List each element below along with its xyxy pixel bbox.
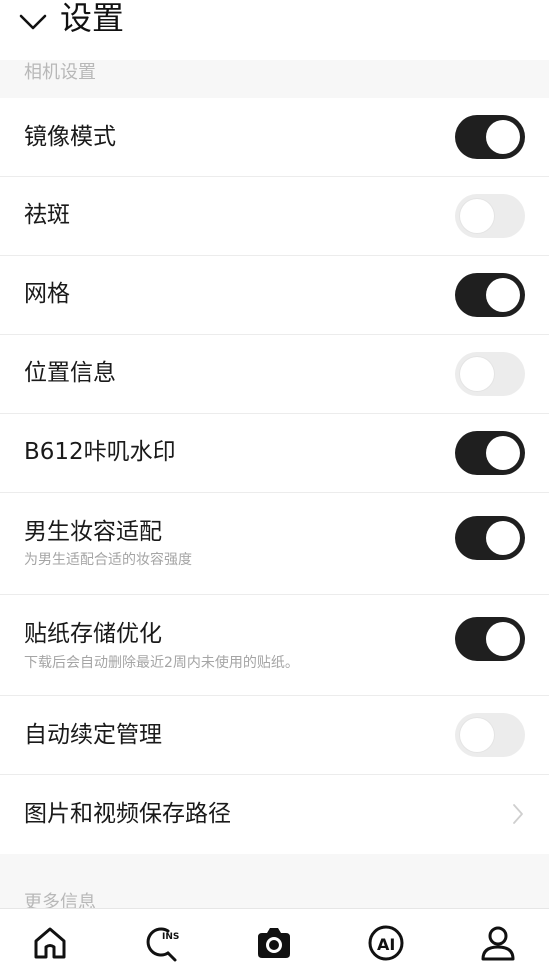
setting-row-save-path[interactable]: 图片和视频保存路径 <box>0 775 549 854</box>
setting-description: 为男生适配合适的妆容强度 <box>24 552 192 568</box>
page-title: 设置 <box>60 0 125 37</box>
setting-label: 男生妆容适配 <box>24 519 162 545</box>
ins-label: INS <box>162 932 179 942</box>
camera-icon[interactable] <box>254 923 294 963</box>
setting-label: B612咔叽水印 <box>24 439 176 465</box>
male-makeup-toggle[interactable] <box>455 516 525 560</box>
setting-row-male-makeup[interactable]: 男生妆容适配 为男生适配合适的妆容强度 <box>0 493 549 595</box>
setting-row-watermark[interactable]: B612咔叽水印 <box>0 414 549 493</box>
setting-row-location[interactable]: 位置信息 <box>0 335 549 414</box>
setting-label: 网格 <box>24 281 70 307</box>
ai-icon[interactable]: AI <box>366 923 406 963</box>
header: 设置 <box>0 0 549 60</box>
chevron-right-icon <box>513 804 523 824</box>
ai-label: AI <box>377 935 395 954</box>
grid-toggle[interactable] <box>455 273 525 317</box>
section-label-camera: 相机设置 <box>24 62 96 83</box>
ins-search-icon[interactable]: INS <box>142 923 182 963</box>
setting-label: 位置信息 <box>24 360 116 386</box>
location-toggle[interactable] <box>455 352 525 396</box>
setting-row-auto-renew[interactable]: 自动续定管理 <box>0 696 549 775</box>
mirror-toggle[interactable] <box>455 115 525 159</box>
auto-renew-toggle[interactable] <box>455 713 525 757</box>
setting-label: 贴纸存储优化 <box>24 621 162 647</box>
watermark-toggle[interactable] <box>455 431 525 475</box>
setting-row-sticker-storage[interactable]: 贴纸存储优化 下载后会自动删除最近2周内未使用的贴纸。 <box>0 595 549 696</box>
setting-label: 镜像模式 <box>24 124 116 150</box>
setting-label: 祛斑 <box>24 202 70 228</box>
setting-label: 图片和视频保存路径 <box>24 801 231 827</box>
setting-row-mirror[interactable]: 镜像模式 <box>0 98 549 177</box>
setting-label: 自动续定管理 <box>24 722 162 748</box>
bottom-tab-bar: INS AI <box>0 908 549 971</box>
home-icon[interactable] <box>30 923 70 963</box>
setting-description: 下载后会自动删除最近2周内未使用的贴纸。 <box>24 655 299 671</box>
settings-list: 镜像模式 祛斑 网格 位置信息 B612咔叽水印 男生妆容适配 为男生适配合适的… <box>0 98 549 854</box>
chevron-down-icon[interactable] <box>18 6 48 36</box>
sticker-storage-toggle[interactable] <box>455 617 525 661</box>
setting-row-freckle[interactable]: 祛斑 <box>0 177 549 256</box>
setting-row-grid[interactable]: 网格 <box>0 256 549 335</box>
freckle-toggle[interactable] <box>455 194 525 238</box>
profile-icon[interactable] <box>478 923 518 963</box>
